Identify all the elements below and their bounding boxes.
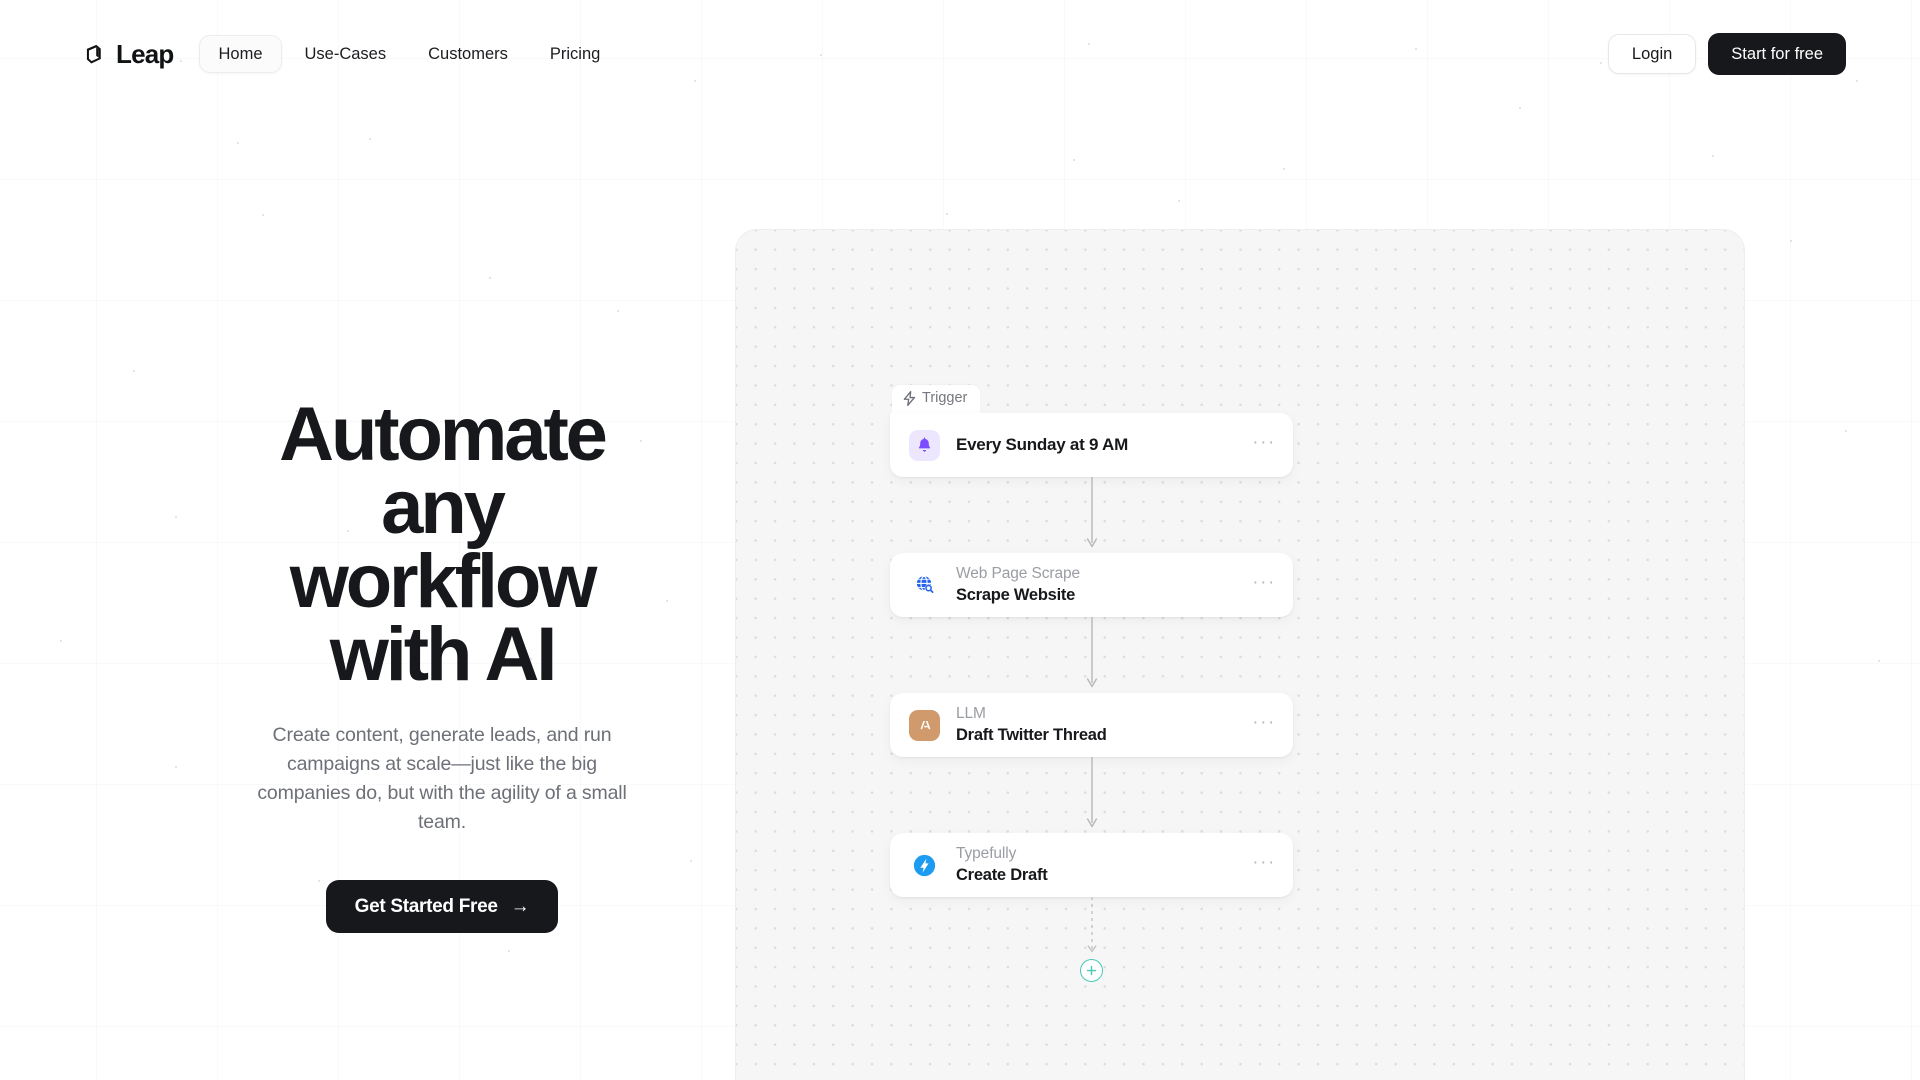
add-step-row xyxy=(890,959,1293,982)
trigger-tab[interactable]: Trigger xyxy=(892,385,981,413)
anthropic-llm-icon xyxy=(909,709,940,741)
nav-item-home[interactable]: Home xyxy=(199,34,282,74)
nav-item-customers[interactable]: Customers xyxy=(409,35,527,74)
hero-title: Automate any workflow with AI xyxy=(279,392,608,697)
workflow-flow: Trigger Every Sunday at 9 AM ··· Web Pag… xyxy=(890,385,1293,982)
bell-icon xyxy=(909,429,940,461)
globe-search-icon xyxy=(909,569,940,601)
login-button[interactable]: Login xyxy=(1607,33,1697,75)
brand-name: Leap xyxy=(116,39,174,69)
workflow-node-title: Scrape Website xyxy=(956,585,1076,604)
node-more-menu-icon[interactable]: ··· xyxy=(1252,713,1276,738)
workflow-node-llm[interactable]: LLM Draft Twitter Thread ··· xyxy=(890,693,1293,757)
workflow-node-title: Draft Twitter Thread xyxy=(956,725,1107,744)
node-more-menu-icon[interactable]: ··· xyxy=(1252,433,1276,458)
hero-cta-label: Get Started Free xyxy=(354,895,498,917)
lightning-bolt-icon xyxy=(903,391,916,406)
workflow-node-text: Typefully Create Draft xyxy=(956,844,1048,885)
hero-section: Automate any workflow with AI Create con… xyxy=(236,392,648,933)
workflow-canvas[interactable]: Trigger Every Sunday at 9 AM ··· Web Pag… xyxy=(735,229,1745,1080)
site-header: Leap Home Use-Cases Customers Pricing Lo… xyxy=(0,0,1920,108)
workflow-node-title: Every Sunday at 9 AM xyxy=(956,434,1128,454)
start-for-free-button[interactable]: Start for free xyxy=(1708,33,1846,75)
nav-item-use-cases[interactable]: Use-Cases xyxy=(286,35,406,74)
typefully-icon xyxy=(909,849,940,881)
header-actions: Login Start for free xyxy=(1607,33,1846,75)
node-more-menu-icon[interactable]: ··· xyxy=(1252,853,1276,878)
workflow-node-subtitle: LLM xyxy=(956,704,986,722)
workflow-node-text: Every Sunday at 9 AM xyxy=(956,435,1128,456)
brand-logo[interactable]: Leap xyxy=(80,39,174,69)
cube-logo-icon xyxy=(86,44,101,63)
workflow-node-title: Create Draft xyxy=(956,865,1048,884)
add-step-button[interactable] xyxy=(1080,959,1103,982)
plus-icon xyxy=(1086,965,1097,976)
get-started-free-button[interactable]: Get Started Free → xyxy=(325,879,559,933)
nav-item-pricing[interactable]: Pricing xyxy=(531,35,619,74)
arrow-right-icon: → xyxy=(510,895,530,917)
workflow-node-trigger[interactable]: Every Sunday at 9 AM ··· xyxy=(890,413,1293,477)
connector-3 xyxy=(890,757,1293,833)
workflow-node-typefully[interactable]: Typefully Create Draft ··· xyxy=(890,833,1293,897)
connector-1 xyxy=(890,477,1293,553)
workflow-node-subtitle: Typefully xyxy=(956,844,1017,862)
workflow-node-text: Web Page Scrape Scrape Website xyxy=(956,565,1080,605)
main-nav: Home Use-Cases Customers Pricing xyxy=(199,34,619,74)
workflow-node-web-scrape[interactable]: Web Page Scrape Scrape Website ··· xyxy=(890,553,1293,617)
workflow-node-text: LLM Draft Twitter Thread xyxy=(956,705,1107,745)
node-more-menu-icon[interactable]: ··· xyxy=(1252,573,1276,598)
connector-dashed xyxy=(890,897,1293,959)
connector-2 xyxy=(890,617,1293,693)
trigger-tab-label: Trigger xyxy=(922,390,968,407)
hero-subtitle: Create content, generate leads, and run … xyxy=(257,724,627,834)
workflow-node-subtitle: Web Page Scrape xyxy=(956,564,1081,582)
